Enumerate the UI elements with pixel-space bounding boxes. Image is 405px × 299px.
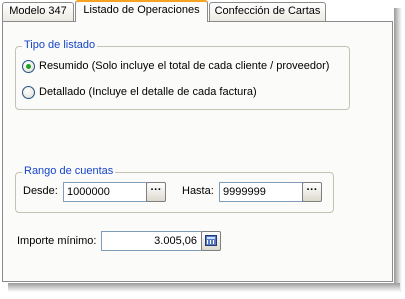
tab-panel: Tipo de listado Resumido (Solo incluye e…: [2, 21, 393, 282]
window-shadow-right: [394, 8, 402, 292]
radio-resumido[interactable]: Resumido (Solo incluye el total de cada …: [22, 59, 329, 73]
tipo-listado-group: Tipo de listado Resumido (Solo incluye e…: [15, 39, 350, 110]
radio-label: Resumido (Solo incluye el total de cada …: [39, 60, 330, 72]
group-title: Tipo de listado: [22, 39, 98, 51]
window-shadow-bottom: [8, 283, 400, 292]
desde-input[interactable]: 1000000: [63, 182, 147, 202]
tab-listado-operaciones[interactable]: Listado de Operaciones: [75, 0, 208, 22]
tab-confeccion-cartas[interactable]: Confección de Cartas: [209, 2, 326, 21]
importe-minimo-input[interactable]: 3.005,06: [101, 231, 202, 251]
radio-button-icon[interactable]: [22, 85, 35, 99]
radio-label: Detallado (Incluye el detalle de cada fa…: [39, 86, 257, 98]
desde-browse-button[interactable]: ···: [146, 182, 166, 202]
tab-label: Listado de Operaciones: [83, 4, 200, 16]
radio-button-icon[interactable]: [22, 59, 35, 73]
tab-label: Modelo 347: [9, 5, 67, 17]
tab-modelo-347[interactable]: Modelo 347: [2, 2, 74, 21]
calculator-icon: [205, 235, 217, 246]
radio-detallado[interactable]: Detallado (Incluye el detalle de cada fa…: [22, 85, 257, 99]
hasta-browse-button[interactable]: ···: [302, 182, 322, 202]
hasta-label: Hasta:: [182, 185, 214, 197]
hasta-input[interactable]: 9999999: [219, 182, 303, 202]
tab-label: Confección de Cartas: [214, 5, 321, 17]
group-title: Rango de cuentas: [22, 165, 116, 177]
importe-minimo-label: Importe mínimo:: [17, 235, 97, 247]
importe-calculator-button[interactable]: [201, 231, 221, 251]
rango-cuentas-group: Rango de cuentas Desde: 1000000 ··· Hast…: [15, 165, 334, 213]
desde-label: Desde:: [23, 185, 58, 197]
